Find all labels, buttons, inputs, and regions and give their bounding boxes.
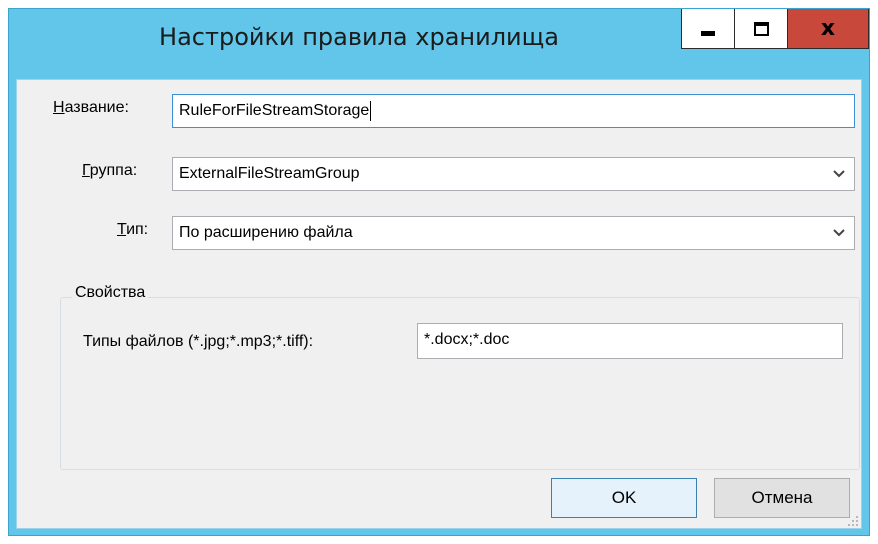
type-label: Тип: <box>117 221 149 238</box>
file-types-input[interactable]: *.docx;*.doc <box>417 323 843 359</box>
close-icon: x <box>820 15 836 41</box>
maximize-icon <box>753 21 769 36</box>
name-input[interactable]: RuleForFileStreamStorage <box>172 94 855 128</box>
window-title: Настройки правила хранилища <box>159 23 559 51</box>
chevron-down-icon[interactable] <box>832 158 846 190</box>
maximize-button[interactable] <box>734 9 788 49</box>
chevron-down-icon[interactable] <box>832 217 846 249</box>
minimize-icon <box>701 31 715 36</box>
properties-legend: Свойства <box>72 284 149 302</box>
text-caret <box>370 100 372 121</box>
file-types-label: Типы файлов (*.jpg;*.mp3;*.tiff): <box>83 333 314 350</box>
dialog-window: Настройки правила хранилища x Название: … <box>8 8 870 536</box>
close-button[interactable]: x <box>787 9 869 49</box>
title-bar[interactable]: Настройки правила хранилища x <box>9 9 869 79</box>
resize-grip-icon[interactable] <box>847 514 859 526</box>
group-label: Группа: <box>82 162 138 179</box>
type-select[interactable]: По расширению файла <box>172 216 855 250</box>
name-label: Название: <box>53 99 129 116</box>
minimize-button[interactable] <box>681 9 735 49</box>
ok-button[interactable]: OK <box>551 478 697 518</box>
cancel-button[interactable]: Отмена <box>714 478 850 518</box>
group-select[interactable]: ExternalFileStreamGroup <box>172 157 855 191</box>
dialog-body: Название: RuleForFileStreamStorage Групп… <box>16 79 862 529</box>
